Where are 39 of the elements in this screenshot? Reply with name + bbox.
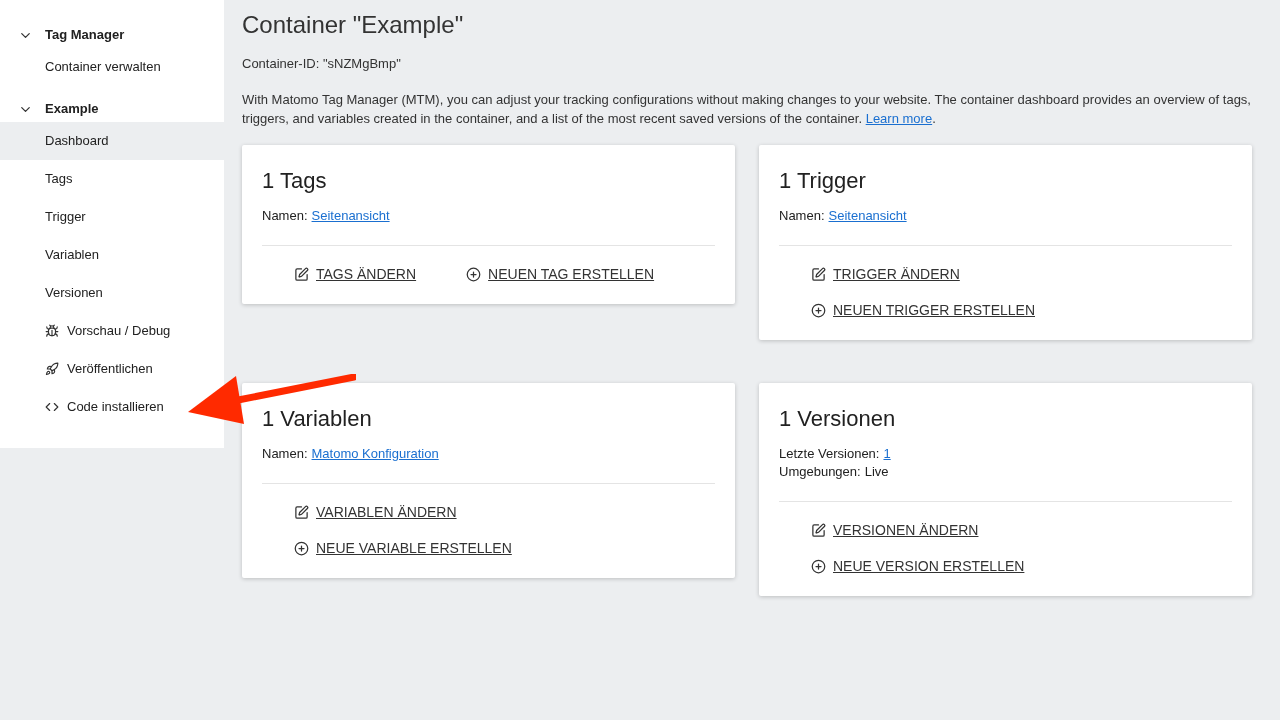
card-title: 1 Tags	[262, 166, 328, 195]
action-link[interactable]: NEUEN TAG ERSTELLEN	[466, 265, 655, 284]
action-link[interactable]: NEUE VERSION ERSTELLEN	[811, 557, 1232, 576]
plus-icon	[811, 559, 826, 574]
info-link[interactable]: Seitenansicht	[311, 206, 390, 225]
intro-text: With Matomo Tag Manager (MTM), you can adjust your tracking configurations without making changes to your website. The container dashboard provides an overview of tags, triggers, and variables created in the container, and a list of the most recent saved versions of the container. Learn more.	[242, 90, 1252, 128]
info-label: Namen:	[779, 206, 825, 225]
info-link[interactable]: 1	[883, 444, 891, 463]
info-label: Umgebungen:	[779, 462, 861, 481]
edit-icon	[294, 505, 309, 520]
plus-icon	[466, 267, 482, 282]
info-value: Live	[864, 462, 889, 481]
page-title: Container "Example"	[242, 10, 465, 40]
info-link[interactable]: Matomo Konfiguration	[311, 444, 439, 463]
sidebar-item[interactable]: Dashboard	[0, 122, 224, 160]
container-id: Container-ID: "sNZMgBmp"	[242, 55, 402, 73]
edit-icon	[294, 267, 309, 282]
action-link[interactable]: NEUEN TRIGGER ERSTELLEN	[811, 301, 1232, 320]
info-label: Namen:	[262, 444, 308, 463]
plus-icon	[811, 303, 826, 318]
edit-icon	[811, 267, 826, 282]
card-title: 1 Versionen	[779, 404, 897, 433]
plus-icon	[294, 541, 309, 556]
edit-icon	[811, 523, 826, 538]
info-label: Namen:	[262, 206, 308, 225]
section-header[interactable]: Tag Manager	[0, 22, 224, 48]
card-title: 1 Variablen	[262, 404, 373, 433]
action-link[interactable]: VERSIONEN ÄNDERN	[811, 521, 1232, 540]
rocket-icon	[45, 362, 59, 376]
action-link[interactable]: TAGS ÄNDERN	[294, 265, 417, 284]
code-icon	[45, 400, 59, 414]
bug-icon	[45, 324, 59, 338]
info-label: Letzte Versionen:	[779, 444, 880, 463]
action-link[interactable]: VARIABLEN ÄNDERN	[294, 503, 715, 522]
action-link[interactable]: TRIGGER ÄNDERN	[811, 265, 1232, 284]
section-header[interactable]: Example	[0, 96, 224, 122]
info-link[interactable]: Seitenansicht	[828, 206, 907, 225]
action-link[interactable]: NEUE VARIABLE ERSTELLEN	[294, 539, 715, 558]
card-title: 1 Trigger	[779, 166, 867, 195]
